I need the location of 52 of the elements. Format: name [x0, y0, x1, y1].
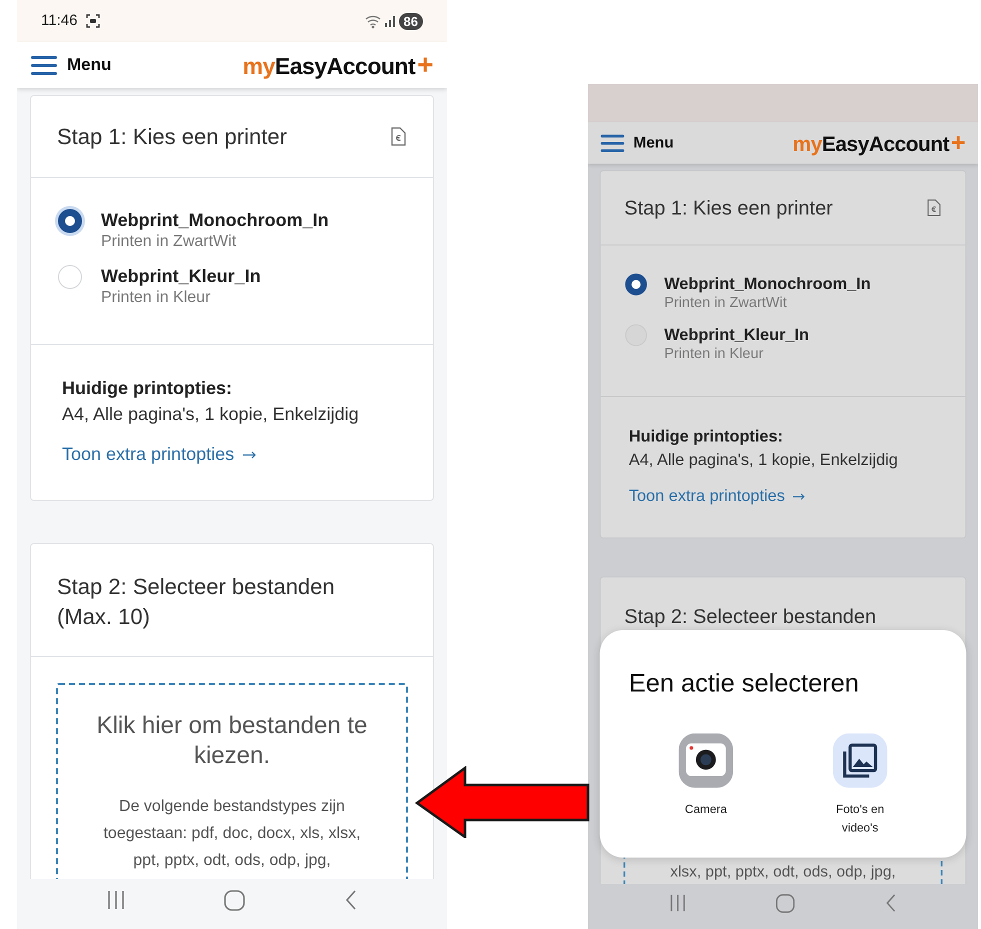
- menu-icon: [600, 133, 624, 152]
- radio-button[interactable]: [55, 206, 85, 236]
- menu-button[interactable]: Menu: [31, 52, 112, 78]
- printer-description: Printen in ZwartWit: [101, 232, 238, 252]
- logo[interactable]: myEasyAccount+: [792, 124, 966, 162]
- dropzone-title: Klik hier om bestanden te kiezen.: [96, 711, 368, 771]
- printer-name: Webprint_Kleur_In: [664, 324, 810, 346]
- menu-button[interactable]: Menu: [600, 131, 674, 155]
- action-option[interactable]: Foto's en video's: [806, 733, 915, 837]
- back-icon: [345, 890, 358, 910]
- sheet-title: Een actie selecteren: [628, 668, 860, 700]
- document-icon: [926, 199, 942, 216]
- logo[interactable]: myEasyAccount+: [242, 44, 433, 86]
- printer-name: Webprint_Kleur_In: [101, 265, 261, 288]
- printer-option[interactable]: Webprint_Monochroom_In Printen in ZwartWit: [622, 272, 944, 313]
- printer-name: Webprint_Monochroom_In: [664, 273, 871, 294]
- printer-description: Printen in Kleur: [101, 288, 212, 308]
- card-title: Stap 2: Selecteer bestanden: [624, 604, 878, 630]
- document-icon: [390, 127, 407, 146]
- printer-option[interactable]: Webprint_Monochroom_In Printen in ZwartWit: [55, 208, 409, 252]
- options-value: A4, Alle pagina's, 1 kopie, Enkelzijdig: [62, 403, 360, 426]
- home-icon: [224, 890, 246, 910]
- printer-description: Printen in Kleur: [664, 345, 764, 364]
- file-types-text: xlsx, ppt, pptx, odt, ods, odp, jpg,: [670, 862, 896, 882]
- extra-options-link[interactable]: Toon extra printopties: [62, 441, 256, 468]
- screenshot-icon: [85, 13, 102, 29]
- printer-option[interactable]: Webprint_Kleur_In Printen in Kleur: [622, 323, 944, 364]
- printer-description: Printen in ZwartWit: [664, 294, 788, 313]
- extra-options-link[interactable]: Toon extra printopties: [628, 484, 805, 508]
- wifi-icon: [364, 14, 381, 28]
- card-title: Stap 2: Selecteer bestanden (Max. 10): [57, 573, 336, 631]
- options-label: Huidige printopties:: [628, 426, 784, 447]
- file-types-text: De volgende bestandstypes zijn toegestaan: pdf, doc, docx, xls, xlsx, ppt, pptx, odt, ods, odp, jpg,: [102, 797, 362, 871]
- back-icon: [886, 894, 896, 912]
- recent-apps-icon: [669, 894, 686, 912]
- arrow-right-icon: [242, 450, 256, 460]
- battery-level: 86: [398, 12, 423, 30]
- menu-icon: [31, 54, 57, 76]
- home-icon: [776, 894, 796, 913]
- status-time: 11:46: [41, 10, 78, 31]
- options-label: Huidige printopties:: [62, 377, 233, 400]
- printer-name: Webprint_Monochroom_In: [101, 209, 329, 232]
- gallery-icon: [832, 733, 888, 788]
- action-option[interactable]: Camera: [652, 733, 760, 837]
- arrow-right-icon: [792, 492, 805, 501]
- card-title: Stap 1: Kies een printer: [624, 195, 833, 222]
- recent-apps-icon: [106, 890, 125, 910]
- card-title: Stap 1: Kies een printer: [57, 123, 287, 151]
- signal-icon: [384, 14, 396, 28]
- options-value: A4, Alle pagina's, 1 kopie, Enkelzijdig: [628, 449, 899, 471]
- camera-icon: [678, 733, 734, 788]
- printer-option[interactable]: Webprint_Kleur_In Printen in Kleur: [55, 264, 409, 308]
